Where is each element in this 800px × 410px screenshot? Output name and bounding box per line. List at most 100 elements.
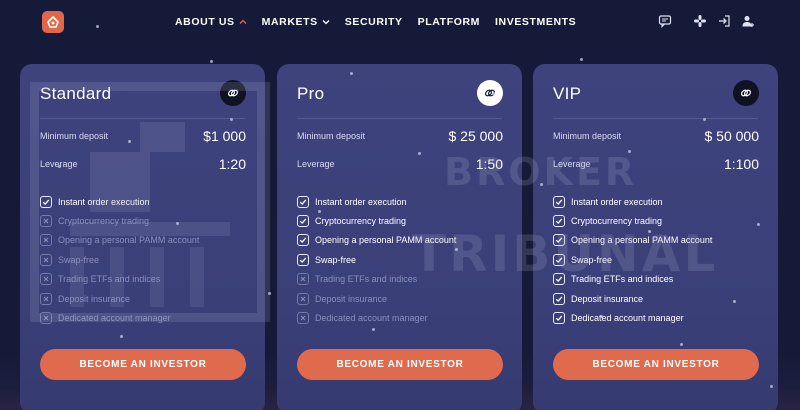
plan-name: Pro: [297, 84, 325, 103]
nav-item-label: PLATFORM: [417, 16, 481, 28]
star-decoration: [600, 315, 603, 318]
login-icon[interactable]: [716, 13, 732, 29]
become-investor-button[interactable]: BECOME AN INVESTOR: [40, 349, 246, 380]
star-decoration: [350, 72, 353, 75]
star-decoration: [540, 183, 543, 186]
cross-icon: [297, 273, 309, 286]
plan-name: Standard: [40, 84, 112, 103]
check-icon: [553, 195, 565, 208]
feature-label: Dedicated account manager: [571, 313, 684, 324]
user-add-icon[interactable]: [740, 13, 756, 29]
check-icon: [297, 253, 309, 266]
nav-item-investments[interactable]: INVESTMENTS: [495, 16, 576, 28]
feature-item: Opening a personal PAMM account: [40, 231, 199, 250]
star-decoration: [580, 58, 583, 61]
star-decoration: [372, 328, 375, 331]
nav-item-label: ABOUT US: [175, 16, 235, 28]
feature-label: Instant order execution: [571, 196, 663, 207]
feature-item: Dedicated account manager: [40, 308, 199, 327]
nav-item-label: SECURITY: [344, 16, 403, 28]
feature-item: Dedicated account manager: [553, 308, 712, 327]
chat-icon[interactable]: [657, 13, 673, 29]
feature-label: Trading ETFs and indices: [315, 274, 418, 285]
divider: [553, 118, 758, 119]
star-decoration: [96, 25, 99, 28]
feature-label: Deposit insurance: [571, 293, 644, 304]
cross-icon: [40, 234, 52, 247]
link-icon: [733, 80, 759, 106]
star-decoration: [176, 222, 179, 225]
star-decoration: [128, 140, 131, 143]
min-deposit-label: Minimum deposit: [553, 131, 622, 141]
star-decoration: [703, 118, 706, 121]
star-decoration: [680, 343, 683, 346]
star-decoration: [58, 165, 61, 168]
feature-item: Deposit insurance: [40, 289, 199, 308]
feature-label: Instant order execution: [58, 196, 150, 207]
star-decoration: [628, 150, 631, 153]
cross-icon: [40, 292, 52, 305]
star-decoration: [733, 300, 736, 303]
star-decoration: [318, 210, 321, 213]
check-icon: [297, 234, 309, 247]
nav-item-security[interactable]: SECURITY: [345, 16, 403, 28]
nav-item-label: MARKETS: [261, 16, 318, 28]
feature-item: Instant order execution: [553, 192, 712, 211]
check-icon: [297, 195, 309, 208]
star-decoration: [770, 385, 773, 388]
cross-icon: [40, 312, 52, 325]
feature-list: Instant order execution Cryptocurrency tr…: [40, 192, 199, 328]
star-decoration: [757, 223, 760, 226]
logo-icon[interactable]: [42, 11, 64, 33]
cross-icon: [297, 312, 309, 325]
divider: [297, 118, 502, 119]
divider: [40, 118, 245, 119]
leverage-label: Leverage: [297, 159, 335, 169]
slack-icon[interactable]: [692, 13, 708, 29]
star-decoration: [230, 118, 233, 121]
feature-item: Deposit insurance: [553, 289, 712, 308]
feature-label: Opening a personal PAMM account: [58, 235, 200, 246]
min-deposit-value: $ 25 000: [448, 128, 504, 144]
feature-label: Instant order execution: [315, 196, 407, 207]
become-investor-button[interactable]: BECOME AN INVESTOR: [297, 349, 503, 380]
min-deposit-label: Minimum deposit: [40, 131, 109, 141]
nav-item-markets[interactable]: MARKETS: [262, 16, 330, 28]
feature-label: Deposit insurance: [315, 293, 388, 304]
cross-icon: [40, 273, 52, 286]
plan-name: VIP: [553, 84, 582, 103]
star-decoration: [492, 92, 495, 95]
check-icon: [40, 195, 52, 208]
star-decoration: [418, 152, 421, 155]
watermark-text-tribunal: TRIBUNAL: [412, 225, 719, 283]
feature-item: Swap-free: [40, 250, 199, 269]
feature-label: Trading ETFs and indices: [58, 274, 161, 285]
site-header: ABOUT US MARKETS SECURITY PLATFORM INVES…: [0, 0, 800, 44]
nav-item-platform[interactable]: PLATFORM: [418, 16, 480, 28]
feature-item: Instant order execution: [297, 192, 456, 211]
star-decoration: [648, 230, 651, 233]
feature-label: Dedicated account manager: [58, 313, 171, 324]
feature-item: Cryptocurrency trading: [40, 211, 199, 230]
feature-label: Cryptocurrency trading: [315, 216, 407, 227]
become-investor-button[interactable]: BECOME AN INVESTOR: [553, 349, 759, 380]
star-decoration: [210, 60, 213, 63]
watermark-text-broker: BROKER: [444, 150, 638, 194]
cross-icon: [297, 292, 309, 305]
feature-label: Swap-free: [315, 254, 357, 265]
check-icon: [553, 312, 565, 325]
check-icon: [297, 215, 309, 228]
feature-item: Trading ETFs and indices: [40, 270, 199, 289]
link-icon: [477, 80, 503, 106]
feature-item: Instant order execution: [40, 192, 199, 211]
chevron-down-icon: [322, 20, 330, 25]
feature-label: Dedicated account manager: [315, 313, 428, 324]
plan-card-standard: Standard Minimum deposit $1 000 Leverage…: [20, 64, 265, 410]
nav-item-label: INVESTMENTS: [495, 16, 577, 28]
cross-icon: [40, 253, 52, 266]
feature-label: Cryptocurrency trading: [58, 216, 150, 227]
cross-icon: [40, 215, 52, 228]
leverage-value: 1:20: [218, 156, 246, 172]
star-decoration: [268, 292, 271, 295]
nav-item-about-us[interactable]: ABOUT US: [175, 16, 247, 28]
